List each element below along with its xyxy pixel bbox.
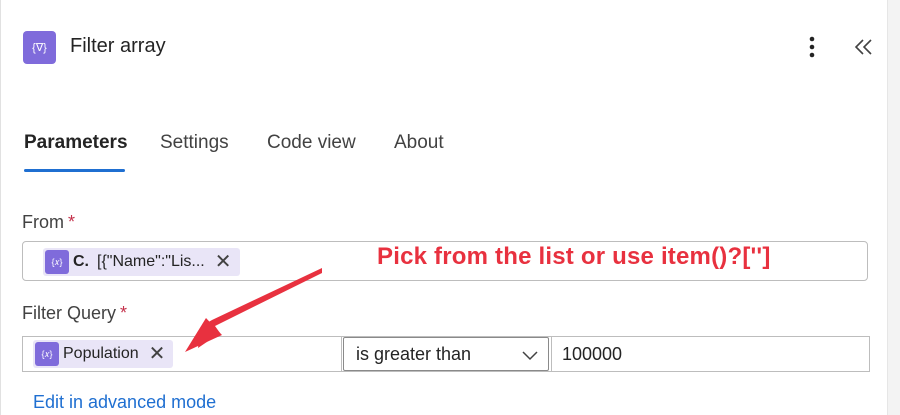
population-token[interactable]: {𝑥} Population ✕ [33, 340, 174, 368]
filter-value-input[interactable]: 100000 [551, 337, 869, 371]
annotation-text: Pick from the list or use item()?[''] [377, 243, 771, 270]
collapse-panel-button[interactable] [850, 32, 878, 62]
edit-advanced-mode-link[interactable]: Edit in advanced mode [33, 392, 216, 413]
tab-about[interactable]: About [394, 132, 444, 154]
operator-dropdown[interactable]: is greater than [343, 337, 549, 371]
from-label-text: From [22, 212, 64, 232]
filter-query-label: Filter Query * [22, 303, 127, 324]
tab-code-view[interactable]: Code view [267, 132, 356, 154]
operator-value: is greater than [356, 343, 472, 364]
token-name: C. [73, 253, 89, 270]
more-options-button[interactable] [803, 32, 821, 62]
double-chevron-left-icon [854, 39, 872, 55]
remove-token-icon[interactable]: ✕ [215, 252, 232, 272]
filter-left-operand[interactable]: {𝑥} Population ✕ [23, 337, 342, 371]
token-value: [{"Name":"Lis... [97, 253, 205, 270]
canvas-edge [887, 0, 900, 415]
chevron-down-icon [522, 351, 538, 361]
filter-array-icon: {∇} [23, 31, 56, 64]
required-marker: * [120, 303, 128, 323]
token-label: Population [63, 345, 139, 362]
expression-icon: {𝑥} [45, 250, 69, 274]
remove-token-icon[interactable]: ✕ [149, 344, 166, 364]
from-label: From * [22, 212, 75, 233]
from-token[interactable]: {𝑥} C. [{"Name":"Lis... ✕ [43, 248, 240, 276]
required-marker: * [68, 212, 76, 232]
tab-settings[interactable]: Settings [160, 132, 229, 154]
active-tab-indicator [24, 169, 125, 172]
expression-icon: {𝑥} [35, 342, 59, 366]
filter-query-label-text: Filter Query [22, 303, 117, 323]
panel-border [0, 0, 1, 415]
filter-query-row: {𝑥} Population ✕ is greater than 100000 [22, 336, 870, 372]
tab-parameters[interactable]: Parameters [24, 132, 128, 154]
action-title: Filter array [70, 35, 166, 57]
more-vertical-icon [809, 36, 815, 58]
